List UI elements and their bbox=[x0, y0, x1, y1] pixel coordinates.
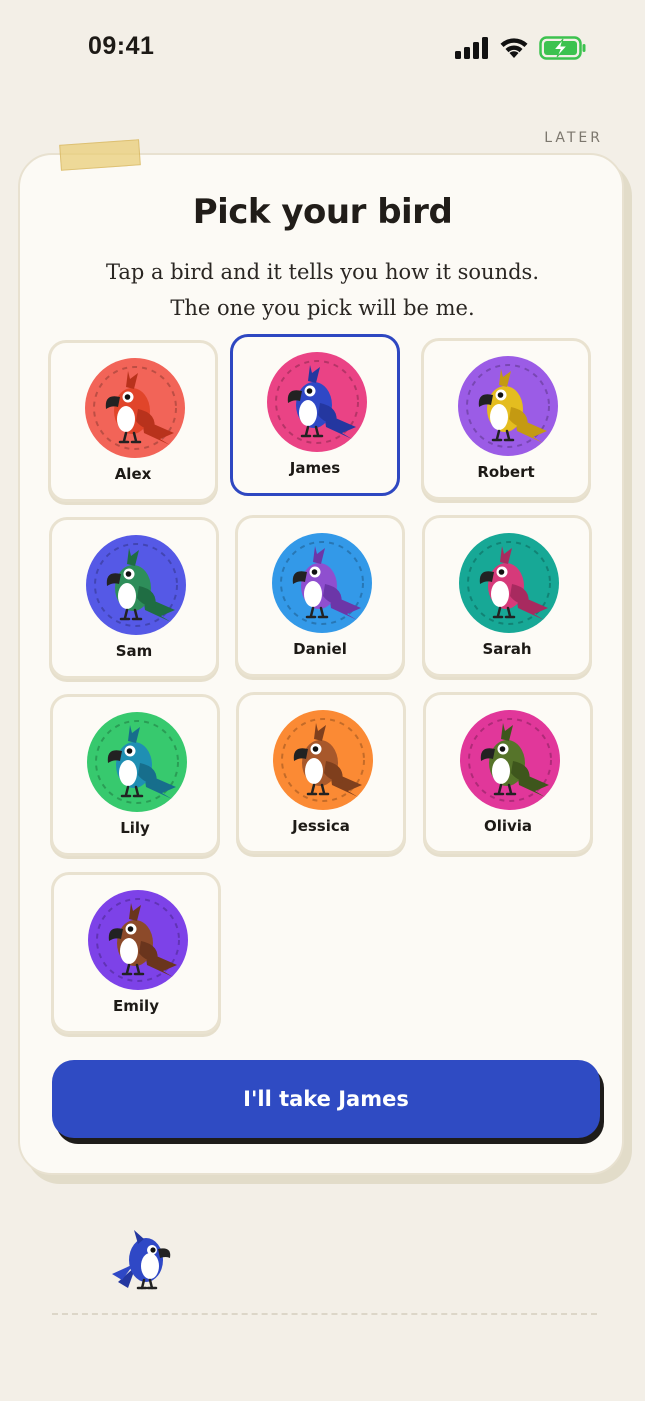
bird-name: Olivia bbox=[483, 817, 533, 835]
battery-charging-icon bbox=[539, 36, 586, 60]
bird-name: Jessica bbox=[292, 817, 350, 835]
bird-avatar-icon bbox=[266, 351, 368, 453]
bird-name: Emily bbox=[113, 997, 159, 1015]
later-button[interactable]: LATER bbox=[544, 130, 603, 146]
bird-name: Robert bbox=[477, 463, 535, 481]
page-title: Pick your bird bbox=[192, 192, 453, 232]
mascot-bird-icon bbox=[108, 1222, 178, 1294]
bird-tile-jessica[interactable]: Jessica bbox=[236, 692, 406, 854]
bird-tile-lily[interactable]: Lily bbox=[50, 694, 220, 856]
page-subtitle: Tap a bird and it tells you how it sound… bbox=[106, 260, 539, 320]
confirm-bird-button[interactable]: I'll take James bbox=[52, 1060, 600, 1138]
bird-tile-emily[interactable]: Emily bbox=[51, 872, 221, 1034]
wifi-icon bbox=[500, 38, 528, 58]
bird-name: Sam bbox=[115, 642, 153, 660]
signal-icon bbox=[455, 37, 488, 59]
bird-tile-olivia[interactable]: Olivia bbox=[423, 692, 593, 854]
bird-tile-robert[interactable]: Robert bbox=[421, 338, 591, 500]
bird-avatar-icon bbox=[459, 709, 561, 811]
bird-name: James bbox=[289, 459, 341, 477]
bird-name: Lily bbox=[120, 819, 150, 837]
bird-avatar-icon bbox=[84, 357, 186, 459]
tape-decoration bbox=[59, 139, 141, 171]
bird-avatar-icon bbox=[86, 711, 188, 813]
bird-name: Alex bbox=[114, 465, 152, 483]
status-time: 09:41 bbox=[88, 32, 155, 60]
bird-name: Daniel bbox=[293, 640, 347, 658]
bird-tile-alex[interactable]: Alex bbox=[48, 340, 218, 502]
bird-tile-sarah[interactable]: Sarah bbox=[422, 515, 592, 677]
bird-tile-james[interactable]: James bbox=[230, 334, 400, 496]
bird-avatar-icon bbox=[87, 889, 189, 991]
status-bar: 09:41 bbox=[0, 0, 645, 90]
bird-tile-sam[interactable]: Sam bbox=[49, 517, 219, 679]
divider bbox=[52, 1313, 597, 1315]
bird-avatar-icon bbox=[271, 532, 373, 634]
bird-avatar-icon bbox=[272, 709, 374, 811]
bird-name: Sarah bbox=[482, 640, 532, 658]
bird-avatar-icon bbox=[457, 355, 559, 457]
bird-avatar-icon bbox=[85, 534, 187, 636]
status-icons bbox=[455, 36, 587, 60]
bird-avatar-icon bbox=[458, 532, 560, 634]
bird-tile-daniel[interactable]: Daniel bbox=[235, 515, 405, 677]
